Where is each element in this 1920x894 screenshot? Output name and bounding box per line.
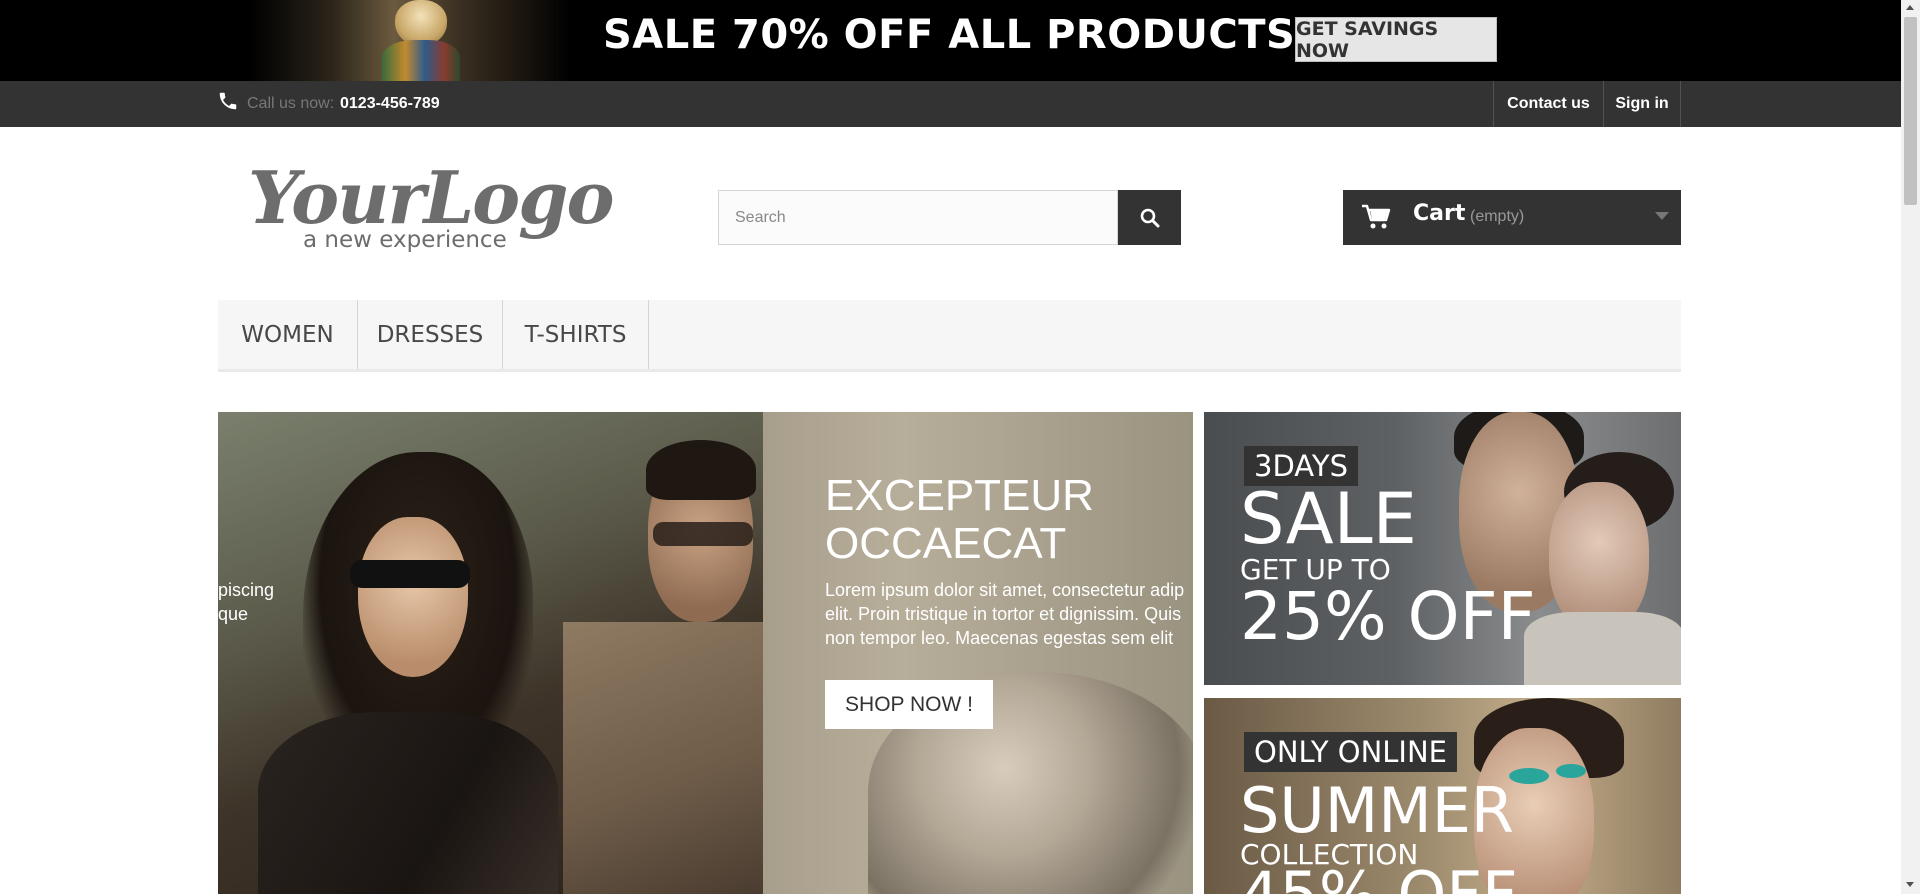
site-logo[interactable]: YourLogo a new experience	[248, 155, 614, 260]
banner-model-image	[250, 0, 570, 81]
logo-tagline: a new experience	[303, 227, 507, 253]
call-us-label: Call us now:	[247, 95, 335, 112]
shop-now-button[interactable]: SHOP NOW !	[825, 680, 993, 729]
scroll-down-arrow-icon[interactable]	[1906, 882, 1914, 887]
promo-banner-3days-sale[interactable]: 3DAYS SALE GET UP TO 25% OFF	[1204, 412, 1681, 685]
top-promo-banner[interactable]: SALE 70% OFF ALL PRODUCTS GET SAVINGS NO…	[0, 0, 1901, 81]
search-icon	[1140, 208, 1159, 227]
search-input[interactable]	[718, 190, 1118, 245]
scroll-up-arrow-icon[interactable]	[1906, 5, 1914, 10]
get-savings-button[interactable]: GET SAVINGS NOW	[1295, 17, 1497, 62]
promo-banner-summer-collection[interactable]: ONLY ONLINE SUMMER COLLECTION 45% OFF	[1204, 698, 1681, 894]
banner-headline: SALE 70% OFF ALL PRODUCTS	[603, 12, 1296, 58]
sign-in-link[interactable]: Sign in	[1603, 81, 1681, 127]
promo-headline: SUMMER	[1240, 774, 1514, 847]
promo-tag: ONLY ONLINE	[1244, 732, 1458, 772]
search-button[interactable]	[1118, 190, 1181, 245]
phone-number: 0123-456-789	[340, 95, 440, 112]
scroll-thumb[interactable]	[1904, 17, 1917, 205]
menu-item-dresses[interactable]: DRESSES	[358, 300, 503, 369]
slide-description: Lorem ipsum dolor sit amet, consectetur …	[825, 580, 1185, 648]
menu-item-women[interactable]: WOMEN	[218, 300, 358, 369]
promo-discount: 45% OFF	[1240, 862, 1518, 894]
prev-slide-text: piscing	[218, 580, 275, 600]
cart-label: Cart	[1413, 201, 1466, 226]
promo-discount: 25% OFF	[1240, 578, 1536, 655]
phone-icon	[219, 92, 237, 110]
chevron-down-icon	[1655, 212, 1669, 220]
main-menu: WOMEN DRESSES T-SHIRTS	[218, 300, 1681, 372]
promo-headline: SALE	[1240, 478, 1417, 560]
cart-button[interactable]: Cart (empty)	[1343, 190, 1681, 245]
vertical-scrollbar[interactable]	[1901, 0, 1920, 894]
contact-us-link[interactable]: Contact us	[1493, 81, 1603, 127]
cart-icon	[1362, 204, 1391, 229]
slide-image-couple	[218, 412, 763, 894]
homepage-slider[interactable]: piscing que EXCEPTEUR OCCAECAT Lorem ips…	[218, 412, 1193, 894]
menu-item-t-shirts[interactable]: T-SHIRTS	[503, 300, 649, 369]
slide-title: EXCEPTEUR OCCAECAT	[825, 471, 1094, 568]
cart-status: (empty)	[1470, 208, 1525, 225]
prev-slide-text: que	[218, 604, 249, 624]
